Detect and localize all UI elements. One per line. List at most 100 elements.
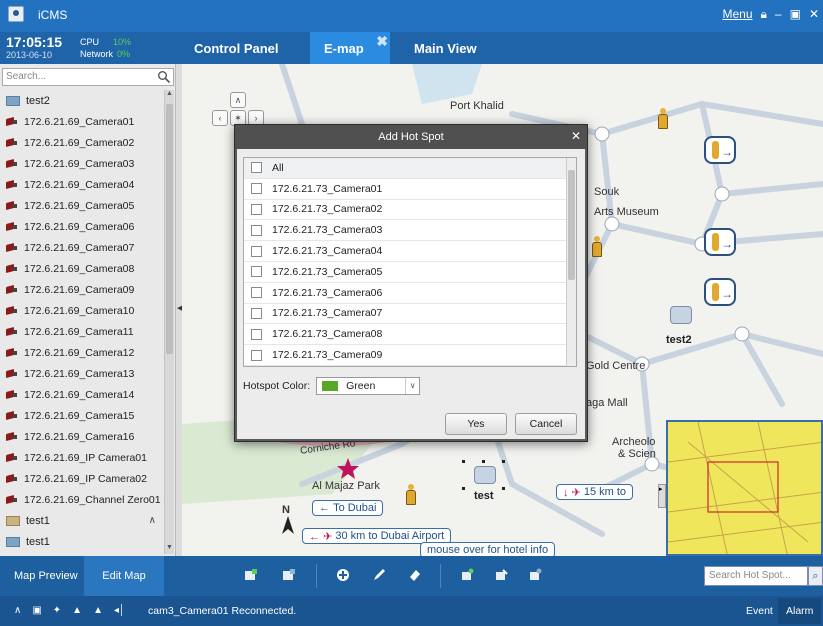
add-camera-hotspot-icon[interactable] — [460, 568, 474, 582]
tree-group-test2[interactable]: test2 — [0, 90, 164, 111]
camera-checkbox[interactable] — [251, 307, 262, 319]
tab-e-map[interactable]: E-map ✖ — [310, 32, 390, 64]
event-tab[interactable]: Event — [746, 605, 773, 617]
hotspot-camera-icon[interactable] — [670, 306, 692, 324]
list-item[interactable]: 172.6.21.73_Camera02 — [244, 200, 576, 221]
tree-camera-item[interactable]: 172.6.21.69_Camera14 — [0, 384, 164, 405]
pan-left-icon[interactable]: ‹ — [212, 110, 228, 126]
map-preview-tab[interactable]: Map Preview — [4, 556, 88, 596]
tab-main-view[interactable]: Main View — [400, 32, 491, 64]
list-item[interactable]: 172.6.21.73_Camera03 — [244, 220, 576, 242]
list-item[interactable]: 172.6.21.73_Camera07 — [244, 304, 576, 325]
tree-camera-item[interactable]: 172.6.21.69_Channel Zero01 — [0, 489, 164, 510]
menu-button[interactable]: Menu — [722, 7, 752, 22]
delete-camera-hotspot-icon[interactable] — [528, 568, 542, 582]
hotel-pin-icon[interactable] — [590, 236, 604, 258]
tree-camera-item[interactable]: 172.6.21.69_IP Camera01 — [0, 447, 164, 468]
speaker-icon[interactable]: ◂│ — [114, 605, 125, 616]
tree-camera-item[interactable]: 172.6.21.69_Camera04 — [0, 174, 164, 195]
edit-map-icon[interactable] — [282, 568, 296, 582]
entry-arrow-icon[interactable]: → — [704, 278, 736, 306]
list-item[interactable]: 172.6.21.73_Camera01 — [244, 179, 576, 200]
hotel-pin-icon[interactable] — [656, 108, 670, 130]
list-item[interactable]: 172.6.21.73_Camera09 — [244, 345, 576, 366]
chevron-down-icon[interactable]: ∨ — [405, 378, 419, 394]
tree-camera-item[interactable]: 172.6.21.69_Camera09 — [0, 279, 164, 300]
add-map-icon[interactable] — [244, 568, 258, 582]
camera-checkbox[interactable] — [251, 328, 262, 340]
hotel-pin-icon[interactable] — [404, 484, 418, 506]
tree-camera-item[interactable]: 172.6.21.69_Camera10 — [0, 300, 164, 321]
alarm-tab[interactable]: Alarm — [778, 598, 822, 624]
scroll-up-icon[interactable]: ▲ — [165, 90, 174, 100]
eraser-icon[interactable] — [408, 568, 422, 582]
chevron-up-icon[interactable]: ∧ — [14, 605, 21, 616]
pan-up-icon[interactable]: ∧ — [230, 92, 246, 108]
hotspot-camera-icon[interactable] — [474, 466, 496, 484]
user-icon[interactable]: ▲ — [72, 605, 82, 616]
tree-camera-item[interactable]: 172.6.21.69_Camera02 — [0, 132, 164, 153]
tree-camera-item[interactable]: 172.6.21.69_IP Camera02 — [0, 468, 164, 489]
restore-icon[interactable]: ▣ — [790, 7, 801, 22]
select-all-checkbox[interactable] — [251, 162, 262, 174]
tree-camera-item[interactable]: 172.6.21.69_Camera08 — [0, 258, 164, 279]
yes-button[interactable]: Yes — [445, 413, 507, 435]
camera-icon — [6, 327, 18, 337]
sidebar-search-input[interactable]: Search... — [2, 68, 174, 86]
tree-folder-test1[interactable]: test1 ∧ — [0, 510, 164, 531]
list-scrollbar[interactable] — [566, 158, 576, 366]
camera-checkbox[interactable] — [251, 266, 262, 278]
entry-arrow-icon[interactable]: → — [704, 228, 736, 256]
list-item[interactable]: 172.6.21.73_Camera06 — [244, 283, 576, 304]
map-label-gold-centre: Gold Centre — [586, 360, 646, 372]
add-hotspot-icon[interactable] — [336, 568, 350, 582]
hotspot-search-button[interactable]: ⌕ — [808, 566, 823, 586]
tree-camera-item[interactable]: 172.6.21.69_Camera06 — [0, 216, 164, 237]
list-item[interactable]: 172.6.21.73_Camera08 — [244, 324, 576, 346]
cancel-button[interactable]: Cancel — [515, 413, 577, 435]
scrollbar-thumb[interactable] — [166, 104, 173, 354]
sidebar-scrollbar[interactable]: ▲ ▼ — [164, 90, 174, 554]
hotspot-color-select[interactable]: Green ∨ — [316, 377, 421, 395]
list-item[interactable]: 172.6.21.73_Camera05 — [244, 262, 576, 283]
minimize-icon[interactable]: – — [775, 7, 782, 22]
tree-camera-item[interactable]: 172.6.21.69_Camera15 — [0, 405, 164, 426]
lock-icon[interactable]: 🔒︎ — [761, 7, 767, 22]
camera-checkbox[interactable] — [251, 203, 262, 215]
compass-north: N — [282, 504, 290, 516]
pin-icon[interactable]: ✦ — [53, 605, 61, 616]
alarm-user-icon[interactable]: ▲ — [93, 605, 103, 616]
tab-control-panel[interactable]: Control Panel — [180, 32, 293, 64]
entry-arrow-icon[interactable]: → — [704, 136, 736, 164]
camera-checkbox[interactable] — [251, 224, 262, 236]
pencil-icon[interactable] — [372, 568, 386, 582]
scroll-down-icon[interactable]: ▼ — [165, 544, 174, 554]
tab-close-icon[interactable]: ✖ — [376, 33, 388, 50]
edit-map-tab[interactable]: Edit Map — [84, 556, 164, 596]
tree-camera-item[interactable]: 172.6.21.69_Camera07 — [0, 237, 164, 258]
scrollbar-thumb[interactable] — [568, 170, 575, 280]
camera-checkbox[interactable] — [251, 349, 262, 361]
tree-camera-item[interactable]: 172.6.21.69_Camera11 — [0, 321, 164, 342]
tree-camera-item[interactable]: 172.6.21.69_Camera03 — [0, 153, 164, 174]
tree-camera-item[interactable]: 172.6.21.69_Camera12 — [0, 342, 164, 363]
overview-minimap[interactable] — [666, 420, 823, 556]
chevron-up-icon[interactable]: ∧ — [149, 515, 156, 526]
tree-camera-item[interactable]: 172.6.21.69_Camera13 — [0, 363, 164, 384]
tree-camera-item[interactable]: 172.6.21.69_Camera05 — [0, 195, 164, 216]
camera-checkbox[interactable] — [251, 245, 262, 257]
edit-camera-hotspot-icon[interactable] — [494, 568, 508, 582]
tree-camera-item[interactable]: 172.6.21.69_Camera01 — [0, 111, 164, 132]
list-item-all[interactable]: All — [244, 158, 576, 179]
list-item[interactable]: 172.6.21.73_Camera04 — [244, 241, 576, 262]
dialog-close-icon[interactable]: ✕ — [571, 129, 581, 143]
close-icon[interactable]: ✕ — [809, 7, 819, 22]
tree-camera-item[interactable]: 172.6.21.69_Camera16 — [0, 426, 164, 447]
search-icon[interactable] — [157, 70, 171, 84]
camera-checkbox[interactable] — [251, 287, 262, 299]
hotspot-search-input[interactable]: Search Hot Spot... — [704, 566, 808, 586]
camera-checkbox[interactable] — [251, 183, 262, 195]
monitor-icon[interactable]: ▣ — [32, 605, 41, 616]
tree-group-test1[interactable]: test1 — [0, 531, 164, 552]
minimap-toggle[interactable]: ▸ — [658, 484, 666, 508]
